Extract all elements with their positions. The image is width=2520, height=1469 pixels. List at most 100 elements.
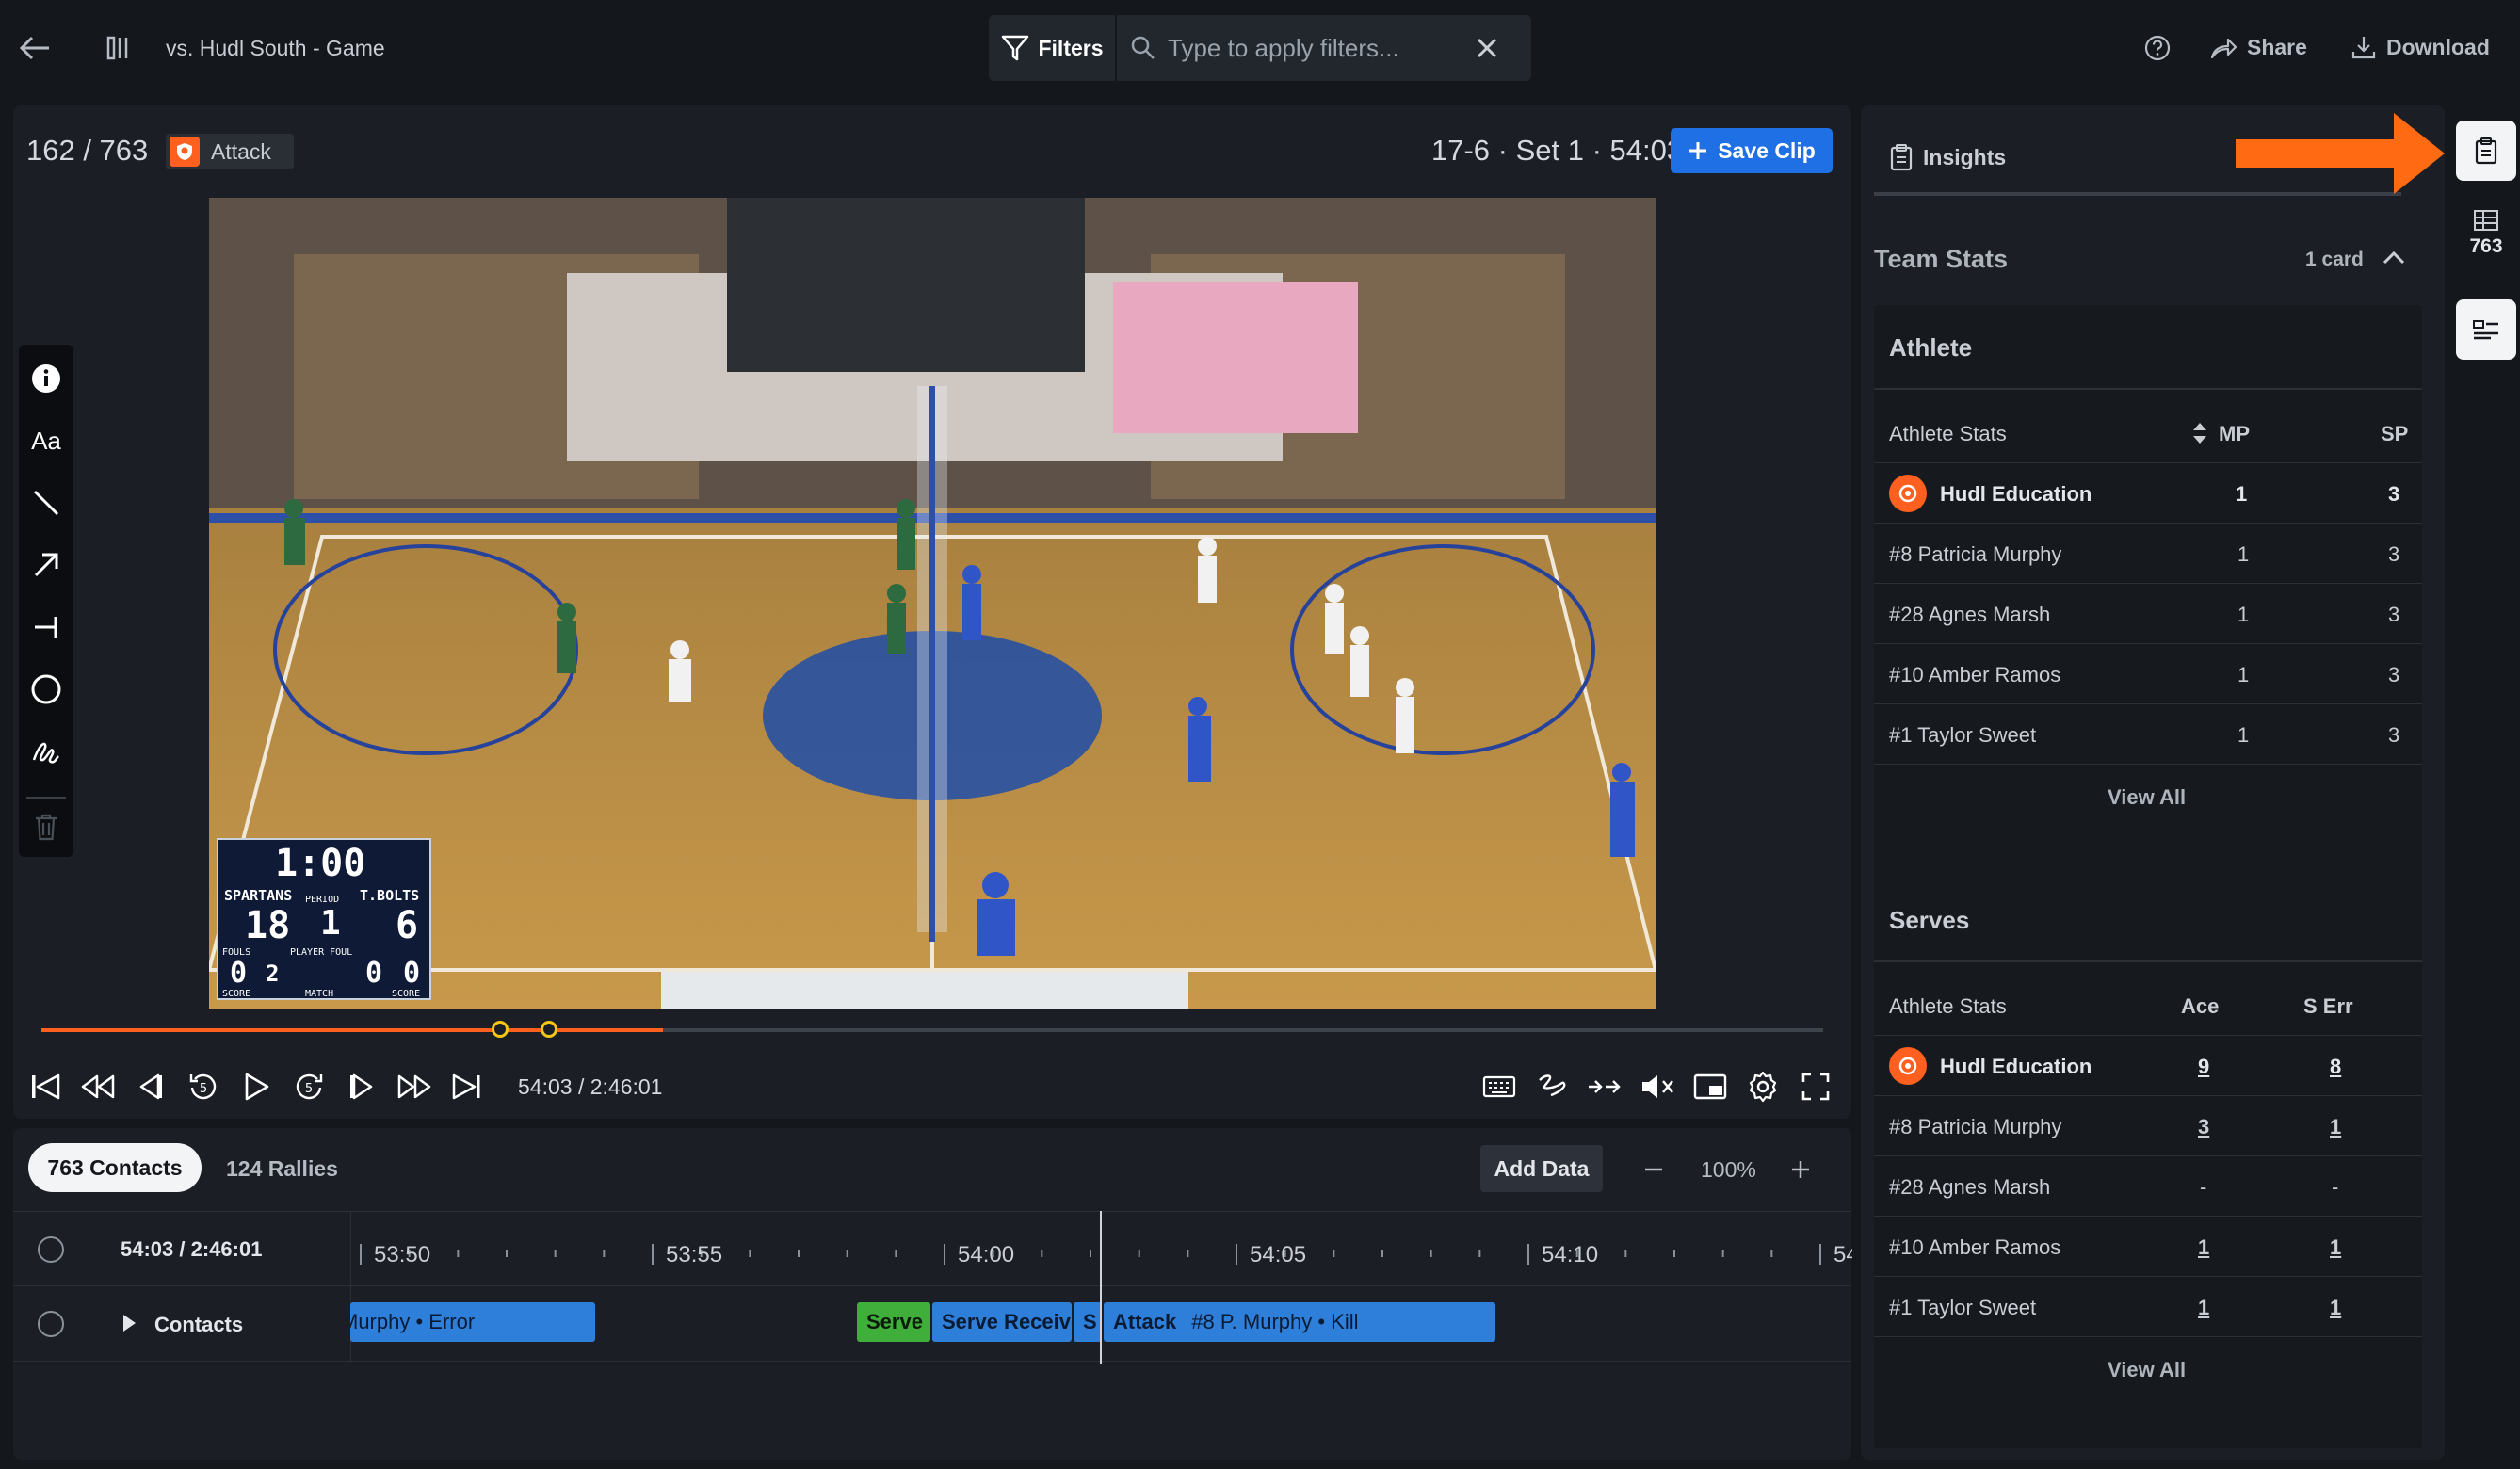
search-icon [1131, 36, 1155, 59]
scoreboard-home-tol: 2 [266, 960, 280, 987]
circle-tool-icon[interactable] [19, 661, 73, 718]
zoom-in-icon[interactable] [1789, 1158, 1812, 1181]
freehand-tool-icon[interactable] [19, 723, 73, 780]
row-select-radio[interactable] [38, 1311, 64, 1337]
play-icon[interactable] [232, 1062, 281, 1111]
serves-row[interactable]: #10 Amber Ramos 1 1 [1874, 1217, 2422, 1277]
skip-end-icon[interactable] [443, 1062, 492, 1111]
tab-contacts[interactable]: 763 Contacts [28, 1143, 202, 1192]
back-icon[interactable] [19, 34, 51, 62]
insights-panel: Insights Team Stats 1 card Athlete Athle… [1861, 105, 2445, 1460]
scoreboard-away-score: 6 [396, 904, 419, 947]
replay-5-icon[interactable]: 5 [179, 1062, 228, 1111]
serves-col-a[interactable]: Ace [2181, 994, 2219, 1019]
picture-in-picture-icon[interactable] [1686, 1062, 1735, 1111]
scoreboard-score-label: SCORE [222, 989, 251, 999]
settings-gear-icon[interactable] [1738, 1062, 1787, 1111]
insights-tab[interactable]: Insights [1889, 143, 2006, 171]
athlete-view-all-link[interactable]: View All [2108, 785, 2186, 810]
serves-a: - [2200, 1175, 2207, 1199]
timeline-playhead[interactable] [1100, 1211, 1102, 1364]
zoom-out-icon[interactable] [1642, 1158, 1665, 1181]
athlete-row[interactable]: #28 Agnes Marsh 1 3 [1874, 584, 2422, 644]
continuous-play-icon[interactable] [1580, 1062, 1629, 1111]
athlete-col-a[interactable]: MP [2219, 422, 2250, 446]
play-tag[interactable]: Attack [166, 134, 294, 170]
card-count: 1 card [2305, 249, 2364, 270]
fullscreen-icon[interactable] [1791, 1062, 1840, 1111]
clip-start-handle[interactable] [492, 1021, 509, 1038]
serves-name: #8 Patricia Murphy [1889, 1115, 2062, 1138]
serves-view-all-link[interactable]: View All [2108, 1358, 2186, 1382]
t-line-tool-icon[interactable] [19, 599, 73, 655]
serves-row[interactable]: #28 Agnes Marsh - - [1874, 1156, 2422, 1217]
athlete-row[interactable]: #10 Amber Ramos 1 3 [1874, 644, 2422, 704]
clip-serve[interactable]: Serve [857, 1302, 930, 1342]
skip-start-icon[interactable] [21, 1062, 70, 1111]
scoreboard-home-score: 18 [245, 904, 291, 947]
athlete-row[interactable]: #8 Patricia Murphy 1 3 [1874, 524, 2422, 584]
help-icon[interactable] [2143, 34, 2172, 62]
step-back-icon[interactable] [126, 1062, 175, 1111]
clip-serve-receive[interactable]: Serve Receive [932, 1302, 1072, 1342]
forward-5-icon[interactable]: 5 [284, 1062, 333, 1111]
serves-a[interactable]: 3 [2198, 1115, 2209, 1139]
serves-team-row[interactable]: Hudl Education 9 8 [1874, 1036, 2422, 1096]
arrow-tool-icon[interactable] [19, 537, 73, 593]
select-all-radio[interactable] [38, 1236, 64, 1263]
telestration-icon[interactable] [1527, 1062, 1576, 1111]
athlete-team-a: 1 [2236, 482, 2248, 506]
serves-name: #10 Amber Ramos [1889, 1235, 2061, 1259]
serves-b[interactable]: 1 [2330, 1115, 2341, 1139]
fast-forward-icon[interactable] [390, 1062, 439, 1111]
serves-a[interactable]: 1 [2198, 1296, 2209, 1320]
athlete-col-b[interactable]: SP [2381, 422, 2408, 446]
trash-icon[interactable] [19, 799, 73, 855]
athlete-col-name: Athlete Stats [1889, 422, 2007, 445]
line-tool-icon[interactable] [19, 475, 73, 531]
rail-clips-button[interactable]: 763 [2456, 209, 2516, 275]
playhead-handle[interactable] [541, 1021, 557, 1038]
expand-row-icon[interactable] [121, 1313, 137, 1333]
scoreboard-player-foul-label: PLAYER FOUL [290, 947, 353, 958]
athlete-card-title: Athlete [1889, 333, 1973, 362]
step-forward-icon[interactable] [337, 1062, 386, 1111]
serves-row[interactable]: #8 Patricia Murphy 3 1 [1874, 1096, 2422, 1156]
scoreboard-clock: 1:00 [275, 842, 366, 885]
rewind-icon[interactable] [73, 1062, 122, 1111]
keyboard-icon[interactable] [1475, 1062, 1524, 1111]
table-icon [2474, 210, 2498, 231]
mute-icon[interactable] [1633, 1062, 1682, 1111]
filters-button[interactable]: Filters [989, 15, 1117, 81]
serves-col-b[interactable]: S Err [2303, 994, 2353, 1019]
share-button[interactable]: Share [2209, 34, 2307, 60]
download-button[interactable]: Download [2350, 34, 2490, 60]
tab-rallies[interactable]: 124 Rallies [226, 1156, 338, 1182]
save-clip-button[interactable]: Save Clip [1671, 128, 1833, 173]
rail-data-button[interactable] [2456, 299, 2516, 360]
sort-icon[interactable] [2190, 420, 2209, 446]
clip-error[interactable]: Murphy • Error [350, 1302, 595, 1342]
serves-team-b[interactable]: 8 [2330, 1055, 2341, 1079]
serves-team-a[interactable]: 9 [2198, 1055, 2209, 1079]
athlete-card: Athlete Athlete Stats MP SP Hudl Educati… [1874, 305, 2422, 1448]
clip-set[interactable]: S [1074, 1302, 1102, 1342]
serves-b[interactable]: 1 [2330, 1235, 2341, 1260]
athlete-row[interactable]: #1 Taylor Sweet 1 3 [1874, 704, 2422, 765]
athlete-team-row[interactable]: Hudl Education 1 3 [1874, 463, 2422, 524]
serves-a[interactable]: 1 [2198, 1235, 2209, 1260]
clip-attack[interactable]: Attack #8 P. Murphy • Kill [1104, 1302, 1495, 1342]
video-frame[interactable]: 1:00 SPARTANS PERIOD T.BOLTS 18 1 6 FOUL… [209, 198, 1656, 1009]
video-progress-track[interactable] [41, 1021, 1823, 1038]
clear-filter-icon[interactable] [1475, 36, 1499, 60]
athlete-a: 1 [2237, 663, 2250, 686]
serves-b[interactable]: 1 [2330, 1296, 2341, 1320]
rail-insights-button[interactable] [2456, 121, 2516, 181]
serves-row[interactable]: #1 Taylor Sweet 1 1 [1874, 1277, 2422, 1337]
collapse-chevron-icon[interactable] [2381, 247, 2407, 269]
text-tool[interactable]: Aa [19, 412, 73, 469]
panel-toggle-icon[interactable] [105, 34, 134, 62]
add-data-button[interactable]: Add Data [1480, 1145, 1603, 1192]
info-icon[interactable] [19, 350, 73, 407]
filter-search-input[interactable]: Type to apply filters... [1130, 15, 1460, 81]
